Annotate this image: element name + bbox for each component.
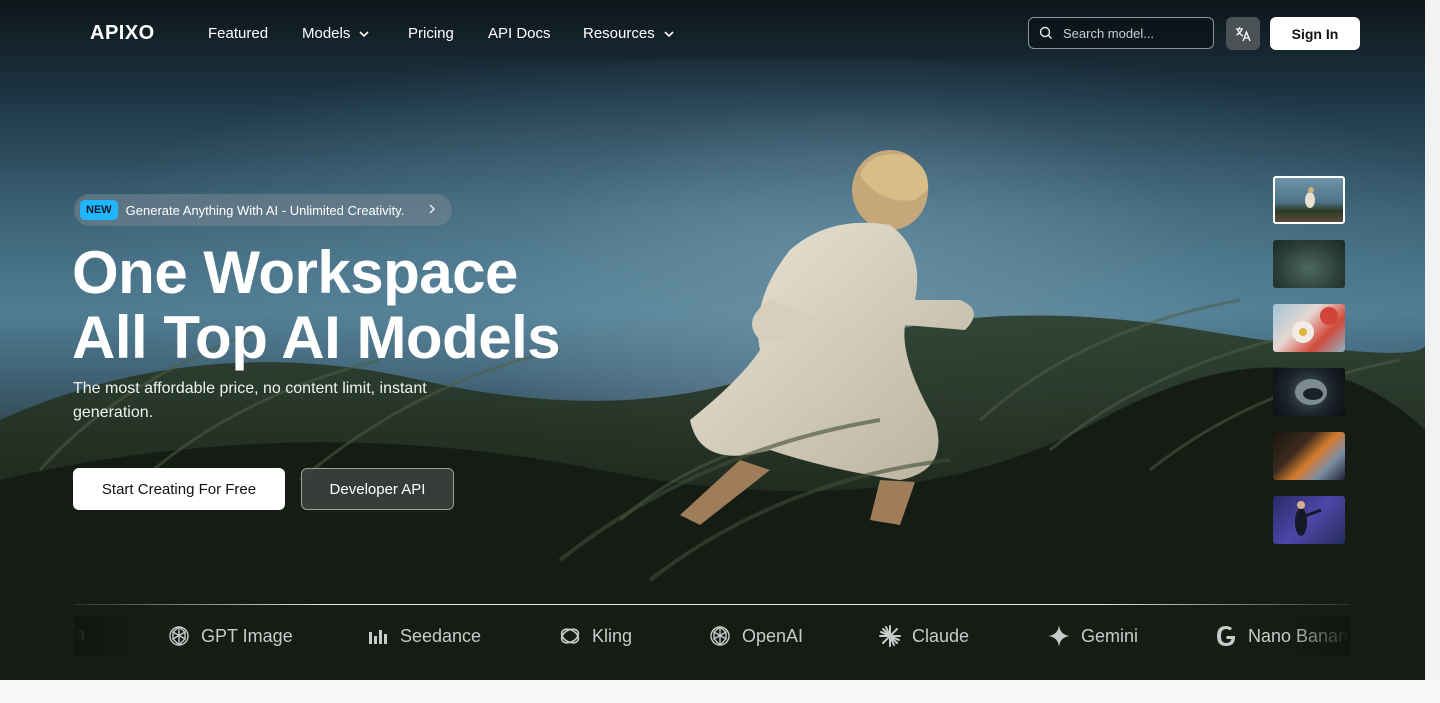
- brand-gpt-image-label: GPT Image: [201, 625, 293, 646]
- nav-models[interactable]: Models: [302, 25, 370, 42]
- search-box[interactable]: [1028, 17, 1214, 49]
- dancer-thumb-image: [1295, 501, 1322, 536]
- new-tag: NEW: [80, 200, 118, 220]
- brand-marquee: na GPT Image Seedance Kling OpenAI Claud…: [75, 616, 1350, 656]
- brand-claude-label: Claude: [912, 625, 970, 646]
- nav-api-docs[interactable]: API Docs: [488, 25, 551, 42]
- brand-claude[interactable]: Claude: [878, 624, 969, 648]
- flower-thumb-image: [1292, 307, 1338, 343]
- site-logo[interactable]: APIXO: [90, 22, 155, 45]
- marquee-fade-right: [1290, 616, 1350, 656]
- thumbnail-helmet[interactable]: [1273, 368, 1345, 416]
- brand-divider: [75, 604, 1350, 605]
- sign-in-button[interactable]: Sign In: [1270, 17, 1360, 50]
- brand-gemini-label: Gemini: [1081, 625, 1139, 646]
- brand-seedance-label: Seedance: [400, 625, 482, 646]
- nav-models-label: Models: [302, 25, 351, 42]
- runner-figure: [680, 150, 974, 525]
- nav-pricing[interactable]: Pricing: [408, 25, 454, 42]
- brand-openai-label: OpenAI: [742, 625, 804, 646]
- claude-icon: [879, 625, 901, 647]
- openai-icon: [710, 626, 730, 646]
- thumbnail-runner[interactable]: [1273, 176, 1345, 224]
- search-input[interactable]: [1061, 24, 1205, 42]
- below-fold-section: [0, 680, 1440, 703]
- marquee-fade-left: [75, 616, 135, 656]
- nav-resources-label: Resources: [583, 25, 655, 42]
- brand-gpt-image[interactable]: GPT Image: [167, 624, 293, 648]
- nav-featured-label: Featured: [208, 25, 269, 42]
- hero-subtitle: The most affordable price, no content li…: [73, 380, 427, 421]
- top-navbar: APIXO Featured Models Pricing API Docs R…: [0, 0, 1425, 68]
- chevron-right-icon: [429, 204, 436, 214]
- chevron-down-icon: [359, 30, 369, 37]
- announcement-badge[interactable]: NEW Generate Anything With AI - Unlimite…: [74, 194, 452, 226]
- start-creating-button[interactable]: Start Creating For Free: [73, 468, 285, 510]
- translate-icon: [1236, 26, 1251, 41]
- thumbnail-fire[interactable]: [1273, 432, 1345, 480]
- runner-thumb-image: [1305, 187, 1315, 208]
- helmet-thumb-image: [1295, 379, 1327, 405]
- thumbnail-forest[interactable]: [1273, 240, 1345, 288]
- announcement-text: Generate Anything With AI - Unlimited Cr…: [125, 202, 405, 218]
- search-icon: [1039, 26, 1052, 39]
- language-button[interactable]: [1226, 17, 1260, 50]
- brand-seedance[interactable]: Seedance: [366, 624, 481, 648]
- nav-pricing-label: Pricing: [408, 25, 454, 42]
- nav-api-docs-label: API Docs: [488, 25, 551, 42]
- headline-line-2: All Top AI Models: [72, 304, 561, 371]
- brand-kling[interactable]: Kling: [558, 624, 632, 648]
- headline-line-1: One Workspace: [72, 239, 518, 306]
- brand-kling-label: Kling: [592, 625, 633, 646]
- brand-gemini[interactable]: Gemini: [1047, 624, 1138, 648]
- bars-icon: [369, 630, 387, 644]
- brand-openai[interactable]: OpenAI: [708, 624, 803, 648]
- openai-icon: [169, 626, 189, 646]
- hero-headline: One Workspace All Top AI Models: [72, 239, 561, 371]
- thumbnail-dancer[interactable]: [1273, 496, 1345, 544]
- kling-icon: [560, 628, 580, 644]
- nav-resources[interactable]: Resources: [583, 25, 675, 42]
- google-icon: [1217, 626, 1235, 646]
- page-scrollbar[interactable]: [1425, 0, 1440, 680]
- nav-featured[interactable]: Featured: [208, 25, 268, 42]
- chevron-down-icon: [664, 30, 674, 37]
- developer-api-button[interactable]: Developer API: [301, 468, 454, 510]
- gemini-icon: [1048, 625, 1070, 647]
- thumbnail-flowers[interactable]: [1273, 304, 1345, 352]
- hero-section: APIXO Featured Models Pricing API Docs R…: [0, 0, 1425, 680]
